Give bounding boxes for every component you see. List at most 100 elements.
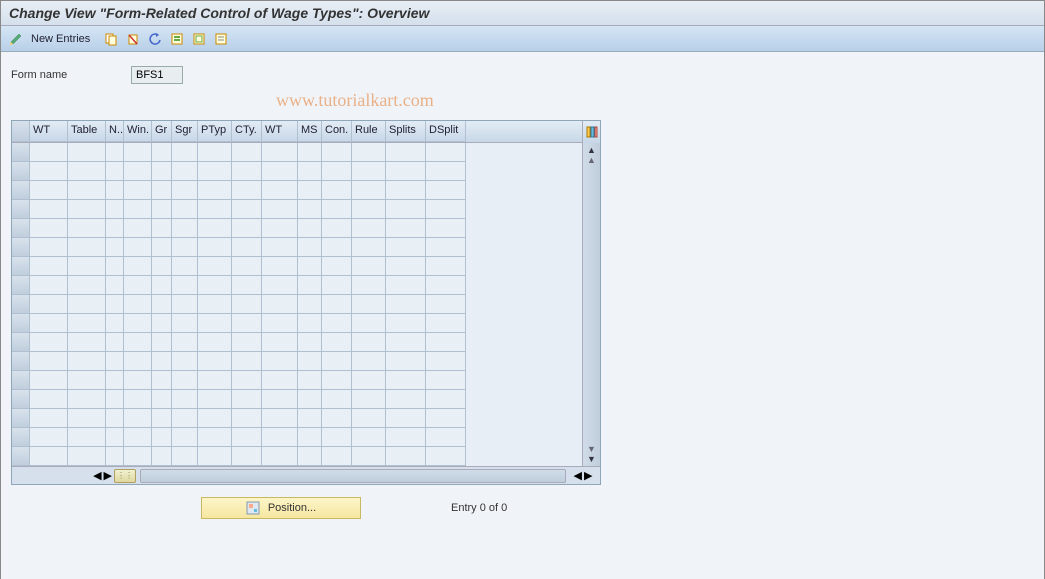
hscroll-left2-icon[interactable]: ◀ (574, 469, 582, 482)
table-cell[interactable] (232, 390, 262, 409)
table-cell[interactable] (68, 447, 106, 466)
row-selector[interactable] (12, 200, 30, 219)
table-cell[interactable] (152, 238, 172, 257)
table-cell[interactable] (106, 371, 124, 390)
new-entries-button[interactable]: New Entries (31, 33, 90, 45)
table-cell[interactable] (426, 276, 466, 295)
table-cell[interactable] (30, 257, 68, 276)
table-cell[interactable] (198, 162, 232, 181)
table-cell[interactable] (386, 333, 426, 352)
table-cell[interactable] (322, 295, 352, 314)
table-cell[interactable] (172, 333, 198, 352)
column-header[interactable]: N.. (106, 121, 124, 142)
table-cell[interactable] (106, 314, 124, 333)
table-cell[interactable] (172, 238, 198, 257)
table-cell[interactable] (172, 390, 198, 409)
table-cell[interactable] (68, 352, 106, 371)
table-cell[interactable] (386, 428, 426, 447)
table-cell[interactable] (68, 181, 106, 200)
table-cell[interactable] (322, 162, 352, 181)
table-cell[interactable] (352, 143, 386, 162)
table-cell[interactable] (298, 447, 322, 466)
column-header[interactable]: Win. (124, 121, 152, 142)
hscroll-left-icon[interactable]: ◀ (93, 469, 101, 482)
table-cell[interactable] (262, 181, 298, 200)
table-cell[interactable] (30, 276, 68, 295)
table-cell[interactable] (386, 352, 426, 371)
table-cell[interactable] (106, 390, 124, 409)
table-cell[interactable] (352, 409, 386, 428)
table-cell[interactable] (30, 371, 68, 390)
column-header[interactable]: DSplit (426, 121, 466, 142)
table-cell[interactable] (30, 428, 68, 447)
table-cell[interactable] (30, 295, 68, 314)
table-cell[interactable] (68, 333, 106, 352)
table-cell[interactable] (198, 352, 232, 371)
row-selector[interactable] (12, 295, 30, 314)
table-cell[interactable] (172, 314, 198, 333)
table-cell[interactable] (298, 352, 322, 371)
table-cell[interactable] (68, 390, 106, 409)
table-cell[interactable] (152, 333, 172, 352)
row-selector[interactable] (12, 371, 30, 390)
table-cell[interactable] (232, 276, 262, 295)
table-cell[interactable] (262, 295, 298, 314)
toggle-edit-icon[interactable] (7, 30, 25, 48)
table-cell[interactable] (124, 219, 152, 238)
table-cell[interactable] (172, 181, 198, 200)
table-cell[interactable] (298, 181, 322, 200)
table-cell[interactable] (322, 352, 352, 371)
table-cell[interactable] (262, 276, 298, 295)
table-cell[interactable] (152, 447, 172, 466)
table-cell[interactable] (152, 352, 172, 371)
table-cell[interactable] (386, 447, 426, 466)
table-cell[interactable] (152, 143, 172, 162)
table-cell[interactable] (322, 143, 352, 162)
table-cell[interactable] (386, 219, 426, 238)
row-selector[interactable] (12, 143, 30, 162)
table-cell[interactable] (386, 295, 426, 314)
table-cell[interactable] (232, 447, 262, 466)
table-cell[interactable] (386, 314, 426, 333)
table-cell[interactable] (262, 428, 298, 447)
table-cell[interactable] (30, 447, 68, 466)
table-cell[interactable] (152, 428, 172, 447)
table-cell[interactable] (68, 162, 106, 181)
column-header[interactable]: MS (298, 121, 322, 142)
table-cell[interactable] (68, 371, 106, 390)
hscroll-grip-icon[interactable]: ⋮⋮ (114, 469, 136, 483)
table-cell[interactable] (322, 447, 352, 466)
table-cell[interactable] (172, 276, 198, 295)
table-cell[interactable] (172, 428, 198, 447)
table-cell[interactable] (262, 390, 298, 409)
table-cell[interactable] (426, 371, 466, 390)
table-cell[interactable] (30, 181, 68, 200)
table-cell[interactable] (106, 238, 124, 257)
table-cell[interactable] (352, 219, 386, 238)
table-cell[interactable] (124, 276, 152, 295)
table-cell[interactable] (322, 371, 352, 390)
table-cell[interactable] (124, 238, 152, 257)
row-selector[interactable] (12, 428, 30, 447)
table-cell[interactable] (386, 238, 426, 257)
table-cell[interactable] (68, 314, 106, 333)
table-cell[interactable] (68, 143, 106, 162)
table-cell[interactable] (68, 428, 106, 447)
table-cell[interactable] (30, 390, 68, 409)
row-selector[interactable] (12, 257, 30, 276)
table-cell[interactable] (152, 390, 172, 409)
table-cell[interactable] (106, 409, 124, 428)
table-cell[interactable] (124, 143, 152, 162)
table-cell[interactable] (232, 371, 262, 390)
position-button[interactable]: Position... (201, 497, 361, 519)
column-header[interactable]: CTy. (232, 121, 262, 142)
table-cell[interactable] (426, 200, 466, 219)
table-cell[interactable] (352, 333, 386, 352)
table-cell[interactable] (30, 314, 68, 333)
select-all-header[interactable] (12, 121, 30, 142)
table-cell[interactable] (106, 143, 124, 162)
row-selector[interactable] (12, 352, 30, 371)
table-cell[interactable] (298, 428, 322, 447)
table-cell[interactable] (262, 352, 298, 371)
table-cell[interactable] (322, 390, 352, 409)
